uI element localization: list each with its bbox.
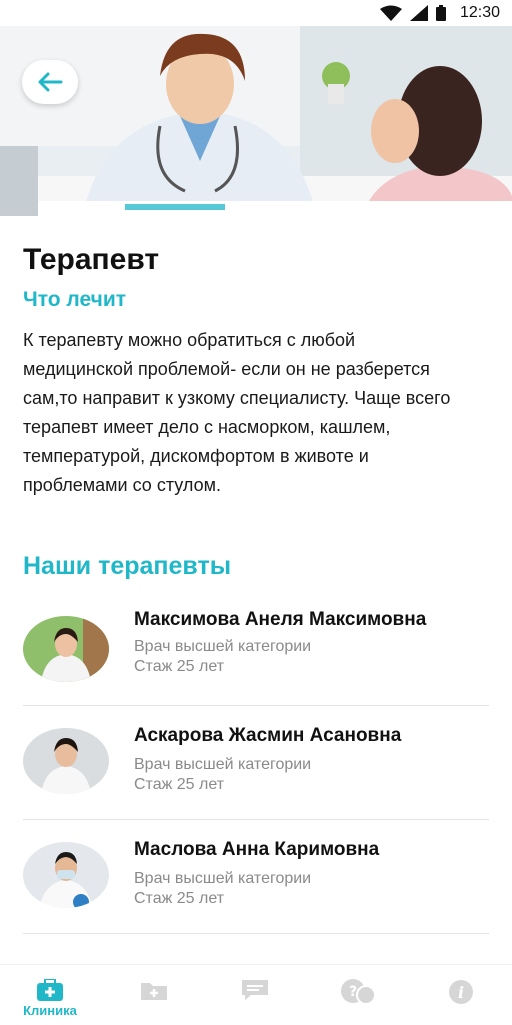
- tab-info[interactable]: i: [421, 979, 501, 1005]
- arrow-left-icon: [38, 72, 63, 92]
- tab-faq[interactable]: ?: [318, 979, 398, 1005]
- tab-clinic-label: Клиника: [23, 1003, 77, 1018]
- bottom-tab-bar: Клиника ? i: [0, 964, 512, 1025]
- tab-medical-card[interactable]: [114, 979, 194, 1001]
- doctor-experience: Стаж 25 лет: [134, 890, 225, 907]
- doctor-list: Максимова Анеля Максимовна Врач высшей к…: [23, 596, 489, 934]
- doctor-card[interactable]: Аскарова Жасмин Асановна Врач высшей кат…: [23, 706, 489, 820]
- doctor-experience: Стаж 25 лет: [134, 658, 225, 675]
- svg-text:?: ?: [349, 984, 357, 1000]
- chat-icon: [242, 980, 268, 1000]
- doctor-name: Аскарова Жасмин Асановна: [134, 725, 402, 746]
- doctor-avatar: [23, 616, 109, 682]
- doctor-avatar: [23, 842, 109, 908]
- faq-icon: ?: [341, 979, 376, 1005]
- svg-text:i: i: [458, 983, 464, 1002]
- doctor-name: Маслова Анна Каримовна: [134, 839, 380, 860]
- status-bar: 12:30: [0, 0, 512, 26]
- wifi-icon: [379, 5, 402, 21]
- battery-icon: [435, 5, 446, 21]
- description-text: К терапевту можно обратиться с любой мед…: [23, 330, 451, 495]
- page-title: Терапевт: [23, 243, 160, 276]
- doctor-category: Врач высшей категории: [134, 638, 312, 655]
- doctor-card[interactable]: Максимова Анеля Максимовна Врач высшей к…: [23, 596, 489, 706]
- info-icon: i: [449, 980, 473, 1004]
- doctor-experience: Стаж 25 лет: [134, 776, 225, 793]
- doctor-card[interactable]: Маслова Анна Каримовна Врач высшей катег…: [23, 820, 489, 934]
- hero-image: [0, 26, 512, 231]
- doctor-name: Максимова Анеля Максимовна: [134, 609, 427, 630]
- medical-folder-icon: [141, 983, 167, 1000]
- doctor-consultation-illustration: [0, 26, 512, 231]
- doctor-category: Врач высшей категории: [134, 870, 312, 887]
- doctor-avatar: [23, 728, 109, 794]
- clinic-icon: [37, 979, 63, 1001]
- tab-clinic[interactable]: Клиника: [10, 979, 90, 1018]
- back-button[interactable]: [22, 60, 78, 104]
- doctor-category: Врач высшей категории: [134, 756, 312, 773]
- doctors-section-title: Наши терапевты: [23, 552, 232, 580]
- signal-icon: [409, 5, 428, 21]
- tab-messages[interactable]: [215, 979, 295, 1001]
- status-time: 12:30: [459, 4, 500, 21]
- section-subtitle: Что лечит: [23, 288, 127, 311]
